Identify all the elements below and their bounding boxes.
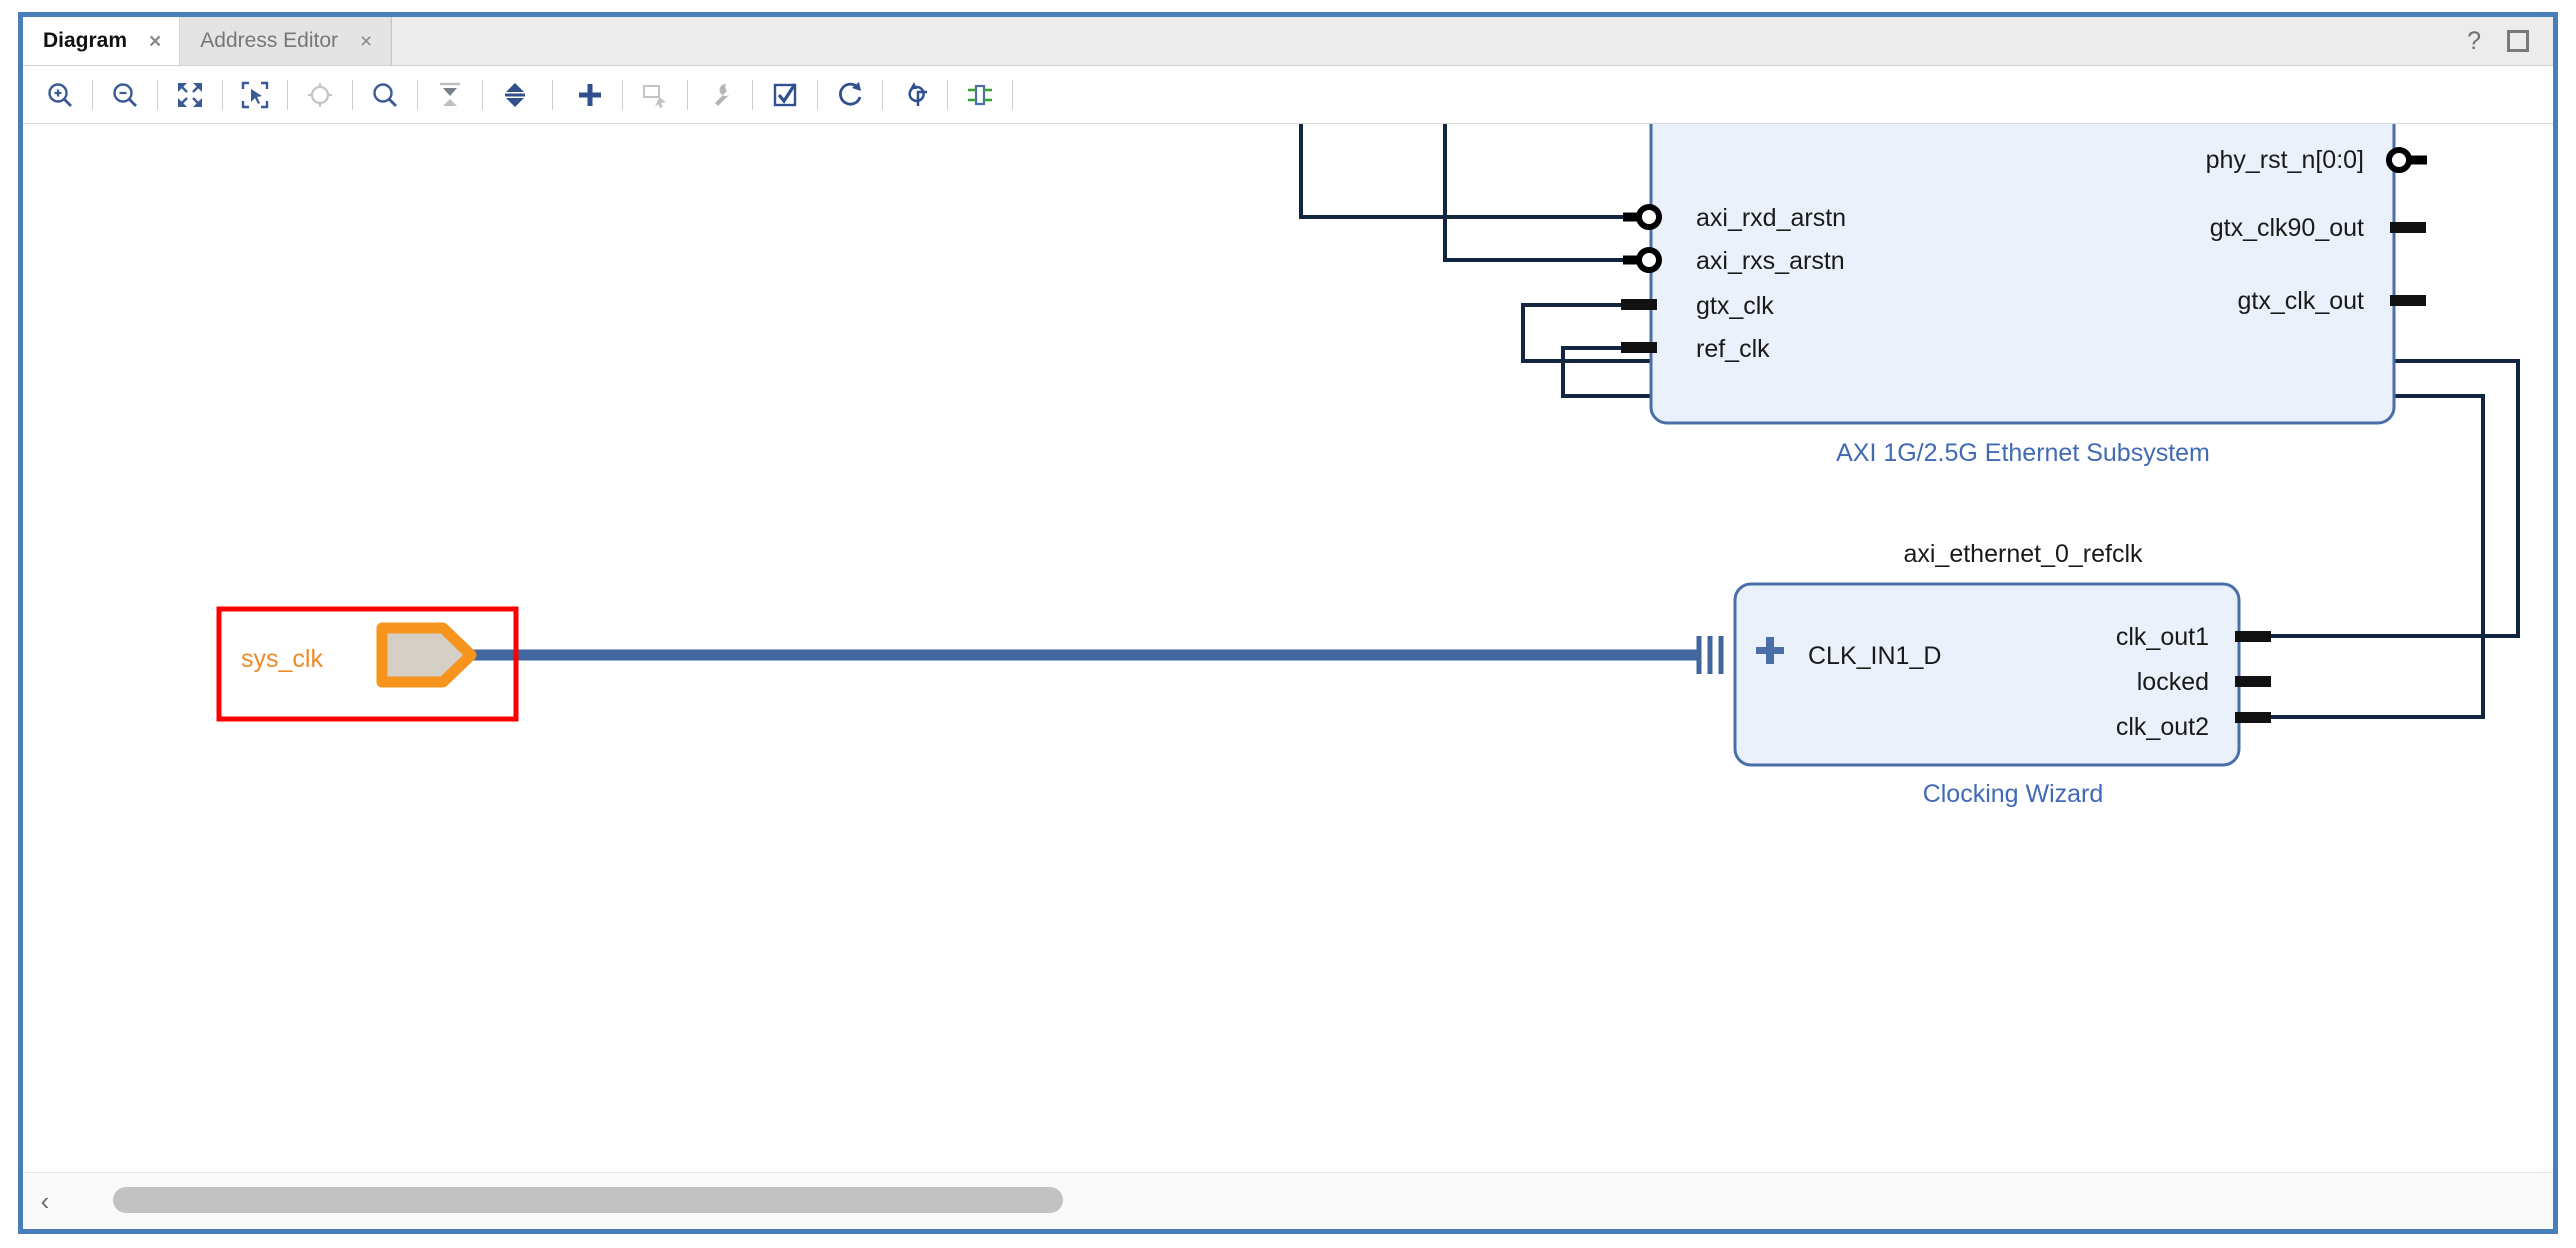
diagram-toolbar [23, 66, 2553, 124]
toolbar-separator [222, 79, 223, 110]
port-clk-out2[interactable] [2235, 712, 2271, 723]
tab-diagram-label: Diagram [43, 29, 128, 52]
zoom-fit-icon[interactable] [167, 72, 213, 118]
port-axi-rxs-arstn[interactable] [1623, 247, 1662, 273]
port-label-locked: locked [2137, 668, 2209, 696]
port-phy-rst-n[interactable] [2386, 147, 2427, 173]
port-label-phy-rst-n: phy_rst_n[0:0] [2206, 146, 2364, 174]
horizontal-scrollbar[interactable]: ‹ [23, 1172, 2553, 1229]
toolbar-separator [947, 79, 948, 110]
window-buttons: ? [2467, 17, 2545, 65]
port-label-axi-rxs-arstn: axi_rxs_arstn [1696, 247, 1845, 275]
port-label-gtx-clk90-out: gtx_clk90_out [2210, 214, 2364, 242]
collapse-all-icon[interactable] [427, 72, 473, 118]
tab-strip: Diagram × Address Editor × ? [23, 17, 2553, 66]
maximize-icon[interactable] [2507, 30, 2529, 52]
tab-address-editor-label: Address Editor [200, 29, 339, 52]
port-label-gtx-clk: gtx_clk [1696, 292, 1774, 320]
toolbar-separator [1012, 79, 1013, 110]
scrollbar-thumb[interactable] [113, 1187, 1063, 1213]
validate-design-icon[interactable] [762, 72, 808, 118]
external-port-sys-clk-label: sys_clk [241, 645, 323, 673]
toolbar-separator [417, 79, 418, 110]
block-clocking-wizard-instance-label: axi_ethernet_0_refclk [1903, 540, 2143, 568]
port-locked[interactable] [2235, 676, 2271, 687]
tab-address-editor[interactable]: Address Editor × [179, 17, 392, 65]
zoom-in-icon[interactable] [37, 72, 83, 118]
port-label-clk-out1: clk_out1 [2116, 623, 2209, 651]
block-diagram-svg: axi_rxd_arstn axi_rxs_arstn gtx_clk ref_… [216, 124, 2520, 808]
regenerate-layout-icon[interactable] [892, 72, 938, 118]
port-label-gtx-clk-out: gtx_clk_out [2238, 287, 2365, 315]
toolbar-separator [552, 79, 553, 110]
scroll-left-chevron-icon[interactable]: ‹ [23, 1188, 67, 1214]
port-clk-in1-d[interactable] [1696, 636, 1724, 674]
toolbar-separator [882, 79, 883, 110]
toolbar-separator [687, 79, 688, 110]
block-axi-ethernet[interactable]: axi_rxd_arstn axi_rxs_arstn gtx_clk ref_… [1621, 124, 2427, 467]
port-clk-out1[interactable] [2235, 631, 2271, 642]
port-label-clk-out2: clk_out2 [2116, 713, 2209, 741]
tab-strip-filler [391, 17, 2553, 65]
expand-all-icon[interactable] [492, 72, 538, 118]
external-port-sys-clk[interactable]: sys_clk [216, 606, 519, 722]
refresh-icon[interactable] [827, 72, 873, 118]
port-gtx-clk[interactable] [1621, 299, 1657, 310]
toolbar-separator [157, 79, 158, 110]
add-module-icon[interactable] [632, 72, 678, 118]
block-axi-ethernet-type-label: AXI 1G/2.5G Ethernet Subsystem [1836, 439, 2210, 467]
run-connection-automation-icon[interactable] [697, 72, 743, 118]
toolbar-separator [817, 79, 818, 110]
port-label-axi-rxd-arstn: axi_rxd_arstn [1696, 204, 1846, 232]
diagram-window: Diagram × Address Editor × ? axi_rxd_ars… [18, 12, 2558, 1234]
tab-diagram-close-icon[interactable]: × [149, 31, 161, 52]
block-clocking-wizard-type-label: Clocking Wizard [1923, 780, 2104, 808]
port-ref-clk[interactable] [1621, 342, 1657, 353]
block-clocking-wizard[interactable]: axi_ethernet_0_refclk CLK_IN1_D clk_out1 [1696, 540, 2271, 808]
zoom-area-icon[interactable] [232, 72, 278, 118]
scrollbar-track[interactable] [67, 1173, 2553, 1229]
toolbar-separator [482, 79, 483, 110]
port-label-ref-clk: ref_clk [1696, 335, 1770, 363]
wire-axi-rxd-arstn [1299, 124, 1648, 219]
help-icon[interactable]: ? [2467, 28, 2481, 54]
tab-address-editor-close-icon[interactable]: × [360, 31, 372, 52]
port-gtx-clk-out[interactable] [2390, 295, 2426, 306]
port-label-clk-in1-d: CLK_IN1_D [1808, 642, 1941, 670]
toolbar-separator [92, 79, 93, 110]
optimize-routing-icon[interactable] [957, 72, 1003, 118]
add-ip-icon[interactable] [567, 72, 613, 118]
toolbar-separator [352, 79, 353, 110]
zoom-out-icon[interactable] [102, 72, 148, 118]
block-design-canvas[interactable]: axi_rxd_arstn axi_rxs_arstn gtx_clk ref_… [23, 124, 2553, 1175]
port-gtx-clk90-out[interactable] [2390, 222, 2426, 233]
external-port-sys-clk-shape[interactable] [376, 622, 477, 688]
toolbar-separator [752, 79, 753, 110]
port-axi-rxd-arstn[interactable] [1623, 204, 1662, 230]
toolbar-separator [622, 79, 623, 110]
search-icon[interactable] [362, 72, 408, 118]
focus-selection-icon[interactable] [297, 72, 343, 118]
toolbar-separator [287, 79, 288, 110]
tab-diagram[interactable]: Diagram × [23, 17, 180, 65]
wire-axi-rxs-arstn [1443, 124, 1648, 262]
